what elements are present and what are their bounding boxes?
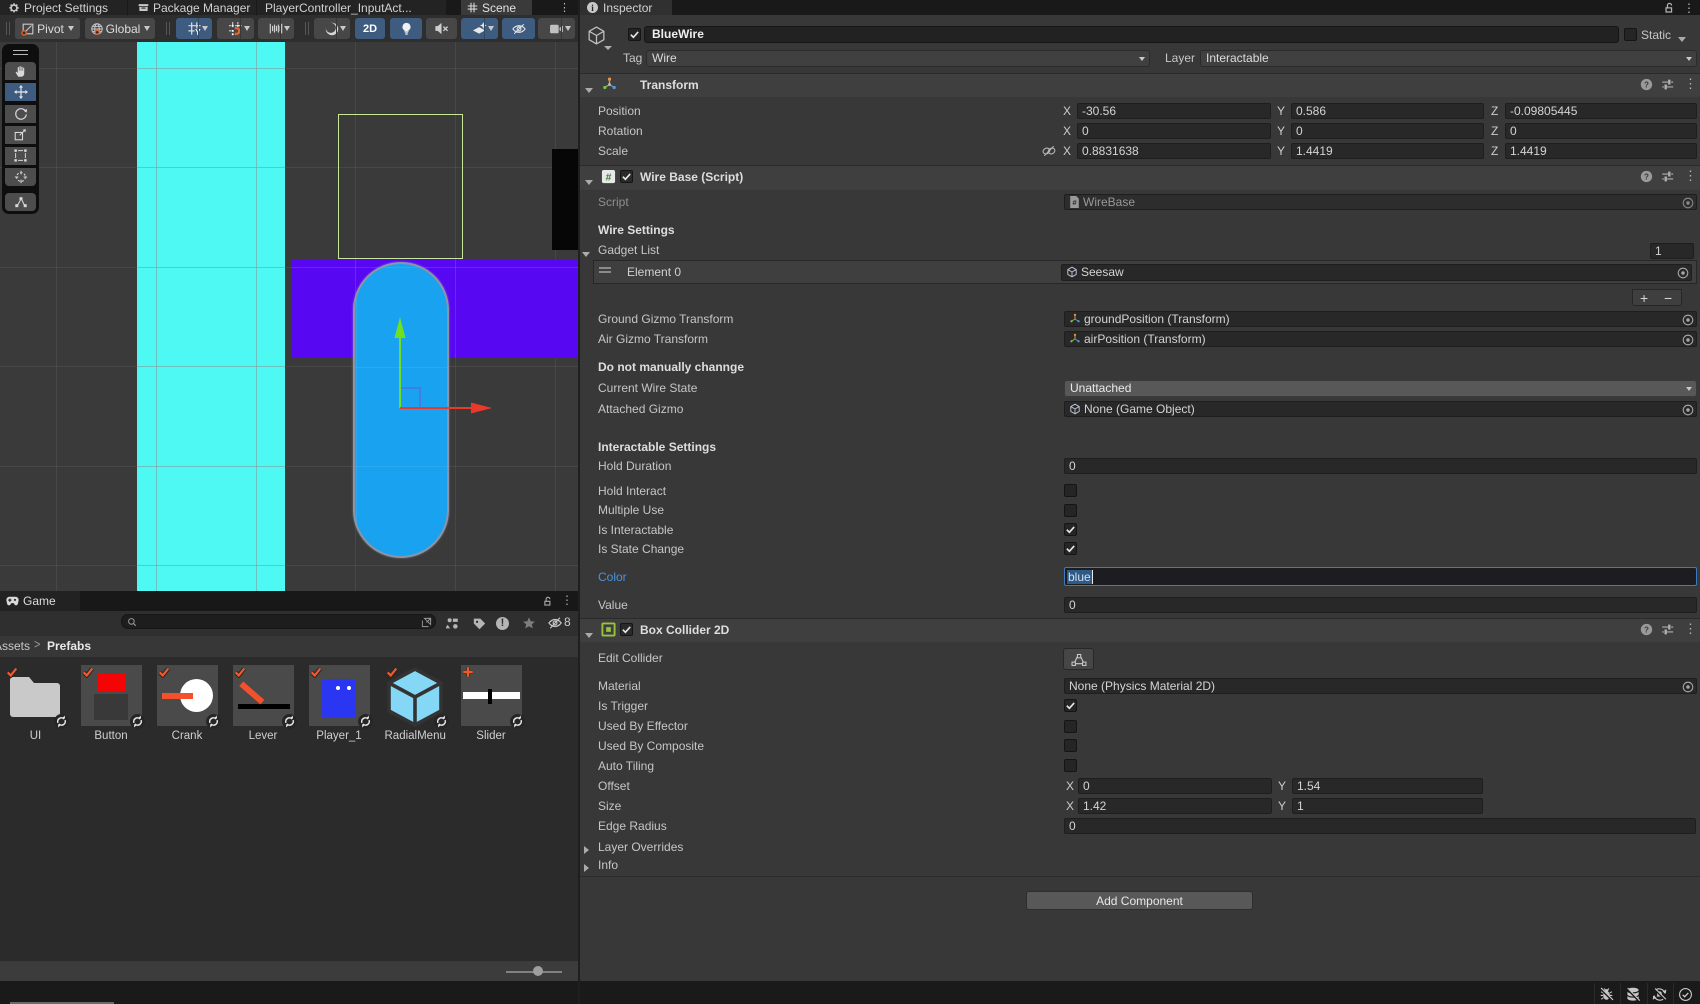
svg-text:?: ? <box>1644 625 1649 634</box>
svg-text:?: ? <box>1644 80 1649 89</box>
svg-text:#: # <box>606 172 612 183</box>
svg-text:#: # <box>1072 198 1077 207</box>
svg-text:?: ? <box>1644 172 1649 181</box>
